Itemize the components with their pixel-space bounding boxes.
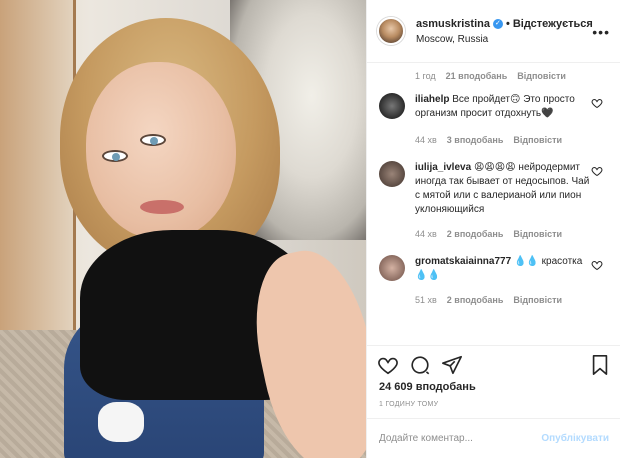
comment-likes[interactable]: 3 вподобань — [447, 135, 504, 145]
comment-avatar[interactable] — [379, 161, 405, 187]
comment-reply-button[interactable]: Відповісти — [513, 295, 562, 305]
comment-time: 51 хв — [415, 295, 437, 305]
comment-time: 44 хв — [415, 135, 437, 145]
follow-status-button[interactable]: Відстежується — [513, 18, 593, 30]
comment-item: gromatskaiainna777 💧💧 красотка 💧💧 51 хв … — [367, 255, 620, 305]
caption-meta: 1 год 21 вподобань Відповісти — [367, 71, 620, 81]
likes-count[interactable]: 24 609 вподобань — [379, 381, 476, 393]
comment-reply-button[interactable]: Відповісти — [513, 135, 562, 145]
heart-icon[interactable] — [377, 354, 399, 376]
comment-meta: 44 хв 2 вподобань Відповісти — [415, 229, 591, 239]
comment-username[interactable]: gromatskaiainna777 — [415, 256, 511, 267]
comment-meta: 51 хв 2 вподобань Відповісти — [415, 295, 591, 305]
comment-icon[interactable] — [409, 354, 431, 376]
verified-icon: ✓ — [492, 18, 503, 29]
post-location[interactable]: Moscow, Russia — [416, 34, 593, 45]
add-comment-bar: Опублікувати — [367, 418, 620, 458]
comment-input[interactable] — [379, 433, 542, 444]
bookmark-icon[interactable] — [589, 354, 611, 376]
comment-reply-button[interactable]: Відповісти — [513, 229, 562, 239]
caption-time: 1 год — [415, 71, 436, 81]
comment-item: iulija_ivleva 😩😩😩😩 нейродермит иногда та… — [367, 161, 620, 239]
heart-icon[interactable] — [591, 165, 603, 177]
comments-list[interactable]: 1 год 21 вподобань Відповісти iliahelp В… — [367, 63, 620, 343]
heart-icon[interactable] — [591, 259, 603, 271]
share-icon[interactable] — [441, 354, 463, 376]
photo-eye-right — [140, 134, 166, 146]
photo-shoe — [98, 402, 144, 442]
comment-username[interactable]: iliahelp — [415, 94, 449, 105]
post-time-ago: 1 ГОДИНУ ТОМУ — [379, 401, 439, 408]
comment-likes[interactable]: 2 вподобань — [447, 229, 504, 239]
caption-likes[interactable]: 21 вподобань — [446, 71, 508, 81]
more-icon[interactable]: ••• — [592, 24, 610, 40]
comment-likes[interactable]: 2 вподобань — [447, 295, 504, 305]
photo-lips — [140, 200, 184, 214]
publish-button[interactable]: Опублікувати — [541, 433, 609, 444]
heart-icon[interactable] — [591, 97, 603, 109]
comment-item: iliahelp Все пройдет🙃 Это просто организ… — [367, 93, 620, 145]
comment-time: 44 хв — [415, 229, 437, 239]
post-side-panel: asmuskristina ✓ • Відстежується Moscow, … — [366, 0, 620, 458]
photo-eye-left — [102, 150, 128, 162]
author-avatar[interactable] — [377, 17, 405, 45]
separator-dot: • — [505, 17, 510, 30]
author-username[interactable]: asmuskristina — [416, 18, 490, 30]
comment-username[interactable]: iulija_ivleva — [415, 162, 471, 173]
comment-meta: 44 хв 3 вподобань Відповісти — [415, 135, 591, 145]
comment-avatar[interactable] — [379, 93, 405, 119]
caption-reply-button[interactable]: Відповісти — [517, 71, 566, 81]
post-actions — [367, 345, 620, 379]
post-header: asmuskristina ✓ • Відстежується Moscow, … — [367, 0, 620, 63]
post-photo[interactable] — [0, 0, 366, 458]
comment-avatar[interactable] — [379, 255, 405, 281]
